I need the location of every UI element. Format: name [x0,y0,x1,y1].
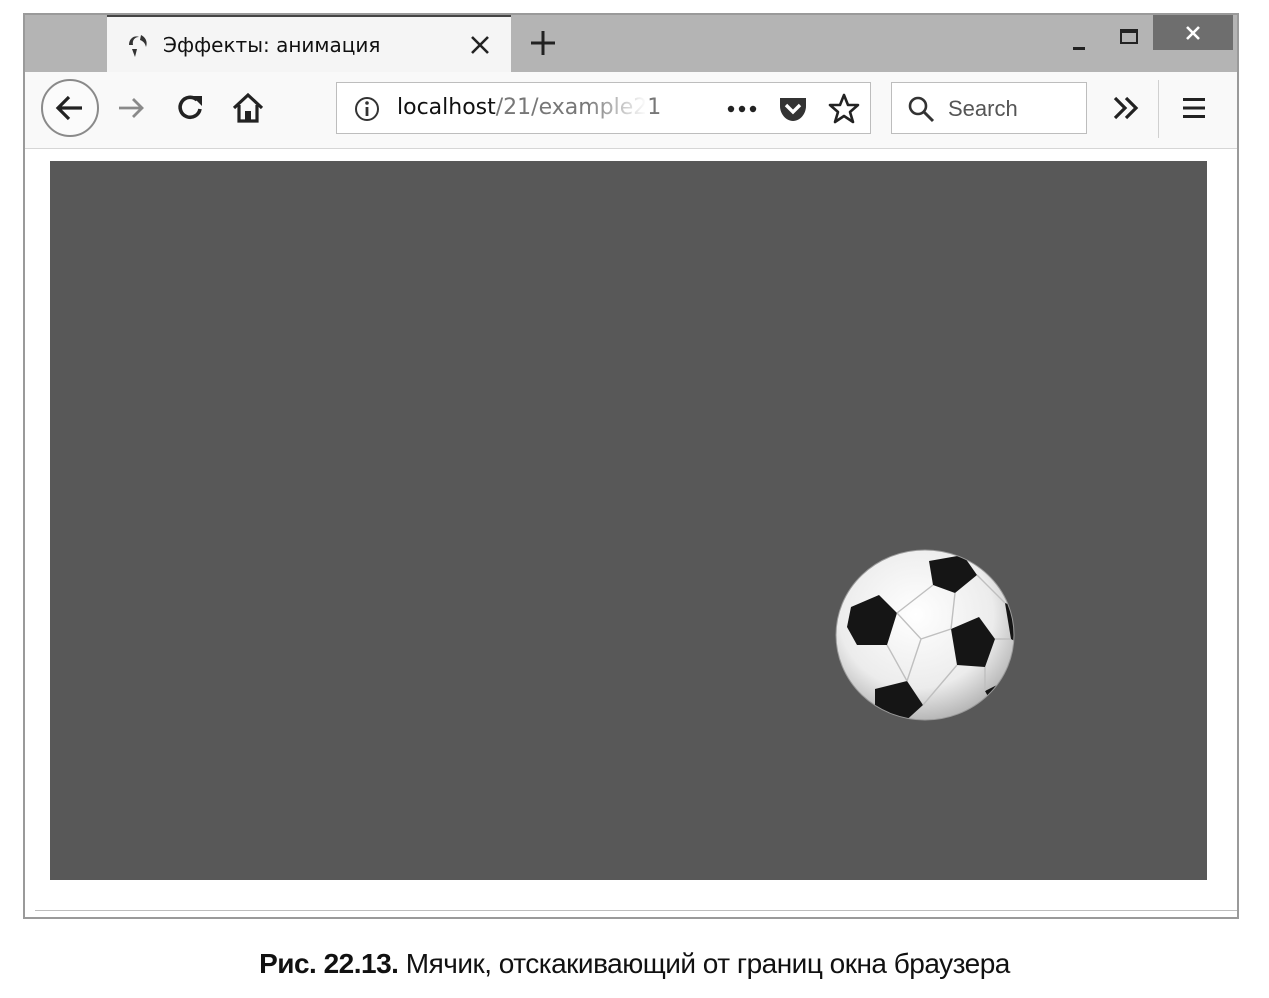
pocket-icon[interactable] [777,93,809,125]
tab-close-icon[interactable] [469,34,491,56]
forward-arrow-icon [119,98,144,118]
search-box[interactable]: Search [891,82,1087,134]
bookmark-star-icon[interactable] [827,92,861,126]
reload-button[interactable] [173,90,209,126]
caption-text: Мячик, отскакивающий от границ окна брау… [405,948,1011,979]
search-placeholder: Search [948,96,1018,121]
favicon-icon [123,31,153,61]
search-icon [906,94,936,124]
new-tab-icon[interactable] [527,27,559,59]
page-canvas [50,161,1207,880]
back-arrow-icon [55,95,82,121]
bottom-border [35,910,1237,911]
forward-button[interactable] [113,90,149,126]
caption-number: Рис. 22.13. [259,948,399,979]
home-icon [232,92,264,123]
tab-title: Эффекты: анимация [163,33,381,57]
maximize-icon[interactable] [1105,23,1153,59]
back-button[interactable] [41,79,99,137]
url-fade [587,85,647,131]
home-button[interactable] [229,89,267,127]
page-actions-icon[interactable] [725,97,759,121]
browser-window: Эффекты: анимация localhost/21/example21… [23,13,1239,919]
minimize-icon[interactable] [1055,23,1105,59]
url-host: localhost [397,95,496,120]
reload-icon [178,95,202,120]
soccer-ball-image [835,549,1015,721]
close-window-icon[interactable] [1153,15,1233,50]
navigation-toolbar: localhost/21/example21 Search [25,72,1237,149]
title-bar: Эффекты: анимация [25,15,1237,72]
overflow-chevron-icon[interactable] [1109,92,1143,124]
toolbar-separator [1158,80,1159,138]
hamburger-menu-icon[interactable] [1177,92,1211,124]
tab-active[interactable]: Эффекты: анимация [107,15,511,72]
info-icon[interactable] [353,95,381,123]
figure-caption: Рис. 22.13. Мячик, отскакивающий от гран… [0,948,1269,980]
address-bar[interactable]: localhost/21/example21 [336,82,871,134]
